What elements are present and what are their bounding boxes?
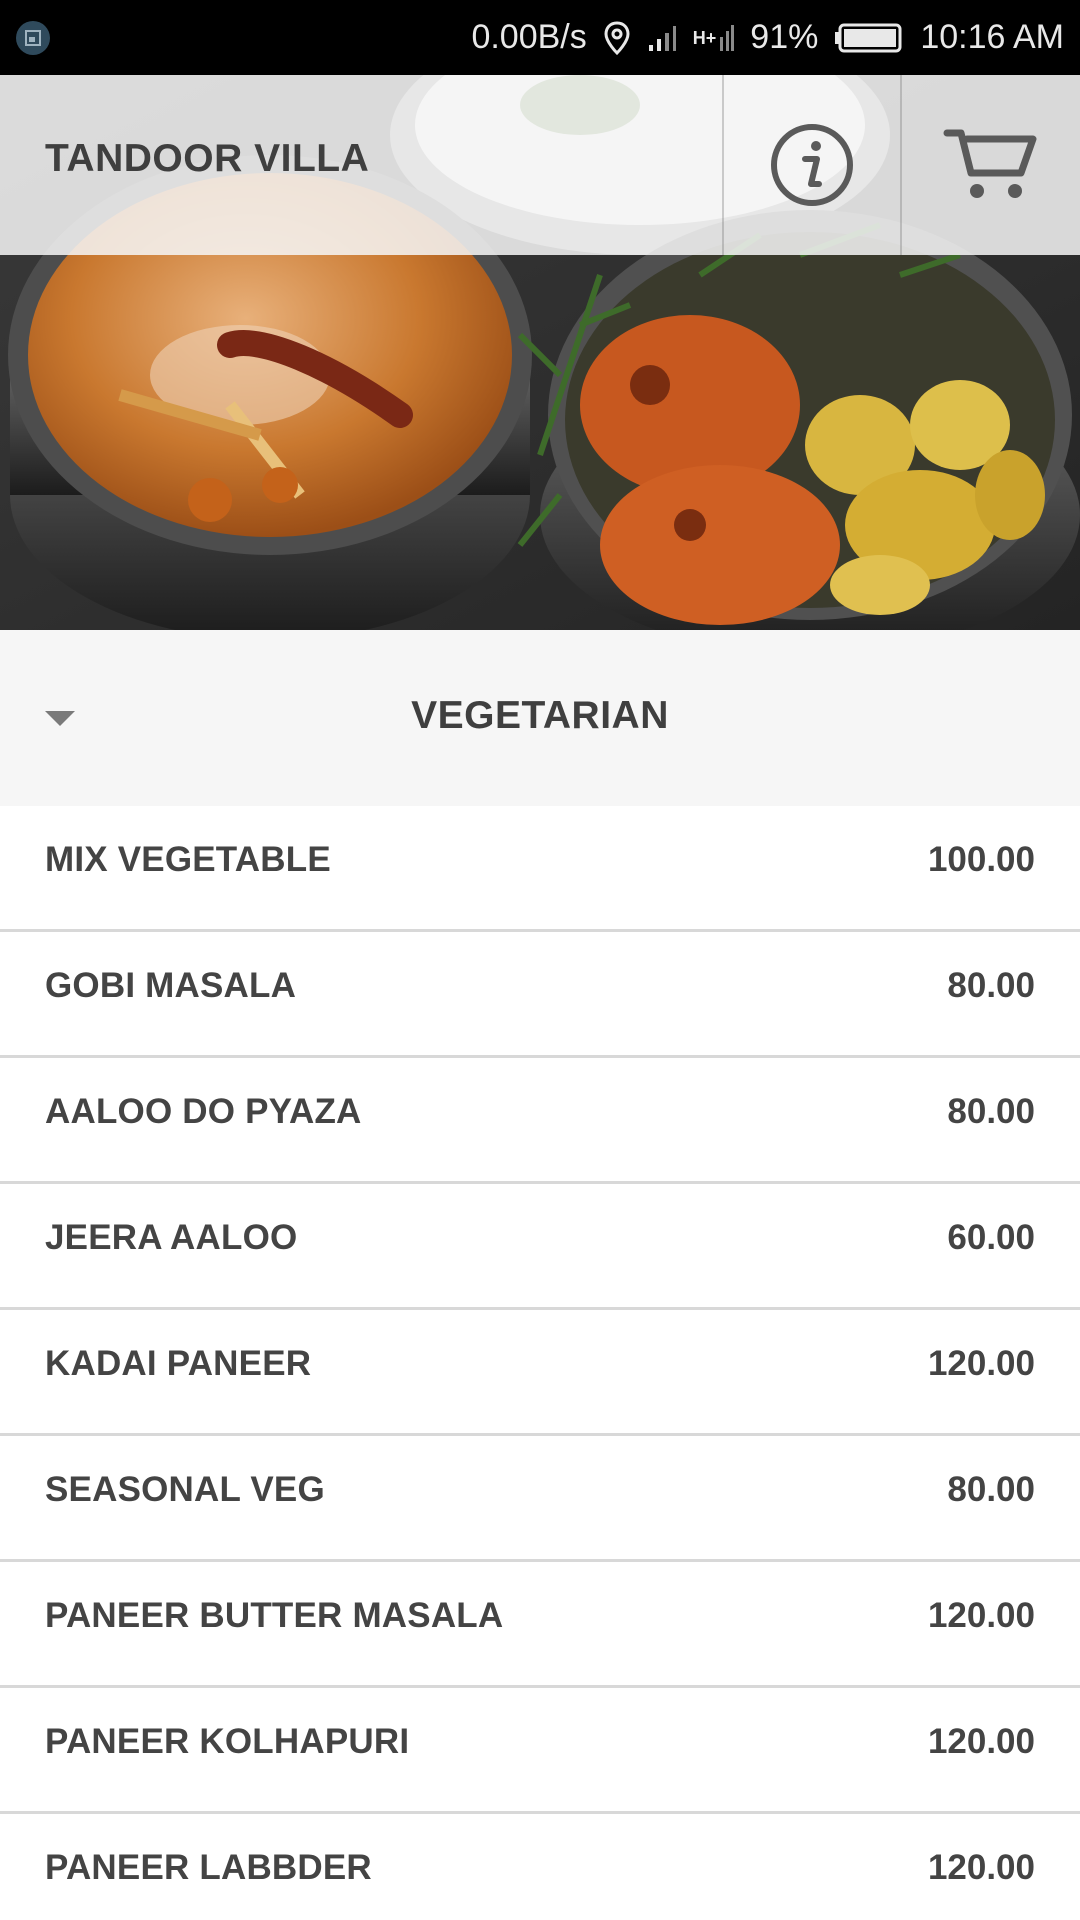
item-name: PANEER KOLHAPURI bbox=[45, 1722, 410, 1761]
item-name: MIX VEGETABLE bbox=[45, 840, 331, 879]
item-name: JEERA AALOO bbox=[45, 1218, 298, 1257]
menu-item[interactable]: PANEER BUTTER MASALA 120.00 bbox=[0, 1562, 1080, 1688]
item-name: KADAI PANEER bbox=[45, 1344, 312, 1383]
hero-banner: TANDOOR VILLA bbox=[0, 75, 1080, 630]
menu-item[interactable]: AALOO DO PYAZA 80.00 bbox=[0, 1058, 1080, 1184]
menu-item[interactable]: JEERA AALOO 60.00 bbox=[0, 1184, 1080, 1310]
app-title: TANDOOR VILLA bbox=[45, 137, 370, 180]
menu-item[interactable]: KADAI PANEER 120.00 bbox=[0, 1310, 1080, 1436]
info-button[interactable] bbox=[722, 75, 902, 255]
item-price: 100.00 bbox=[927, 840, 1035, 879]
status-right: 0.00B/s H+ 91% 10:16 AM bbox=[471, 0, 1064, 75]
status-bar: 0.00B/s H+ 91% 10:16 AM bbox=[0, 0, 1080, 75]
cart-button[interactable] bbox=[902, 75, 1080, 255]
item-price: 120.00 bbox=[927, 1722, 1035, 1761]
network-type-label: H+ bbox=[692, 27, 717, 48]
menu-item[interactable]: SEASONAL VEG 80.00 bbox=[0, 1436, 1080, 1562]
screenshot-notification-icon bbox=[16, 21, 50, 55]
clock: 10:16 AM bbox=[920, 18, 1064, 56]
item-price: 60.00 bbox=[947, 1218, 1035, 1257]
cart-icon bbox=[943, 129, 1037, 198]
menu-list: MIX VEGETABLE 100.00 GOBI MASALA 80.00 A… bbox=[0, 806, 1080, 1920]
category-title: VEGETARIAN bbox=[411, 694, 669, 737]
item-name: GOBI MASALA bbox=[45, 966, 297, 1005]
item-price: 80.00 bbox=[947, 1470, 1035, 1509]
item-price: 120.00 bbox=[927, 1848, 1035, 1887]
item-price: 120.00 bbox=[927, 1596, 1035, 1635]
item-price: 80.00 bbox=[947, 1092, 1035, 1131]
item-name: PANEER LABBDER bbox=[45, 1848, 372, 1887]
network-speed: 0.00B/s bbox=[471, 18, 587, 56]
menu-item[interactable]: MIX VEGETABLE 100.00 bbox=[0, 806, 1080, 932]
menu-item[interactable]: PANEER KOLHAPURI 120.00 bbox=[0, 1688, 1080, 1814]
battery-icon bbox=[834, 23, 904, 53]
item-name: PANEER BUTTER MASALA bbox=[45, 1596, 504, 1635]
menu-item[interactable]: GOBI MASALA 80.00 bbox=[0, 932, 1080, 1058]
app-toolbar: TANDOOR VILLA bbox=[0, 75, 1080, 255]
item-name: AALOO DO PYAZA bbox=[45, 1092, 362, 1131]
category-header-vegetarian[interactable]: VEGETARIAN bbox=[0, 630, 1080, 806]
item-name: SEASONAL VEG bbox=[45, 1470, 325, 1509]
info-icon bbox=[771, 124, 853, 206]
item-price: 80.00 bbox=[947, 966, 1035, 1005]
network-type-icon: H+ bbox=[693, 23, 735, 53]
battery-percent: 91% bbox=[750, 18, 819, 56]
signal-icon bbox=[647, 23, 677, 53]
location-icon bbox=[603, 20, 631, 55]
menu-item[interactable]: PANEER LABBDER 120.00 bbox=[0, 1814, 1080, 1920]
item-price: 120.00 bbox=[927, 1344, 1035, 1383]
